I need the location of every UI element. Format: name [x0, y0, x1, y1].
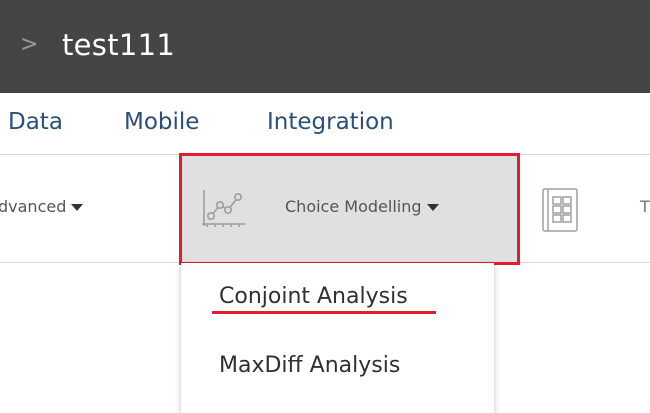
scatter-chart-icon [202, 190, 245, 227]
caret-down-icon [426, 204, 439, 211]
main-nav: Data Mobile Integration [0, 93, 650, 155]
project-title[interactable]: test111 [62, 24, 175, 66]
menu-item-maxdiff-analysis[interactable]: MaxDiff Analysis [219, 349, 400, 383]
chevron-right-icon: > [20, 32, 39, 57]
choice-modelling-dropdown-label: Choice Modelling [285, 197, 439, 217]
ribbon-toolbar: dvanced Choice Modelling T [0, 153, 650, 265]
choice-modelling-label: Choice Modelling [285, 197, 422, 216]
choice-modelling-button[interactable]: Choice Modelling [179, 153, 520, 265]
table-document-icon[interactable] [539, 187, 581, 233]
highlight-underline [212, 311, 436, 314]
choice-modelling-menu: Conjoint Analysis MaxDiff Analysis [181, 263, 494, 413]
nav-item-data[interactable]: Data [8, 93, 63, 155]
nav-item-integration[interactable]: Integration [267, 93, 394, 155]
toolbar-cut-label[interactable]: T [640, 197, 650, 216]
menu-item-conjoint-analysis[interactable]: Conjoint Analysis [219, 280, 408, 314]
advanced-dropdown[interactable]: dvanced [0, 197, 84, 217]
advanced-label: dvanced [0, 197, 67, 216]
top-header-bar: > test111 [0, 0, 650, 93]
nav-item-mobile[interactable]: Mobile [124, 93, 199, 155]
caret-down-icon [71, 204, 84, 211]
